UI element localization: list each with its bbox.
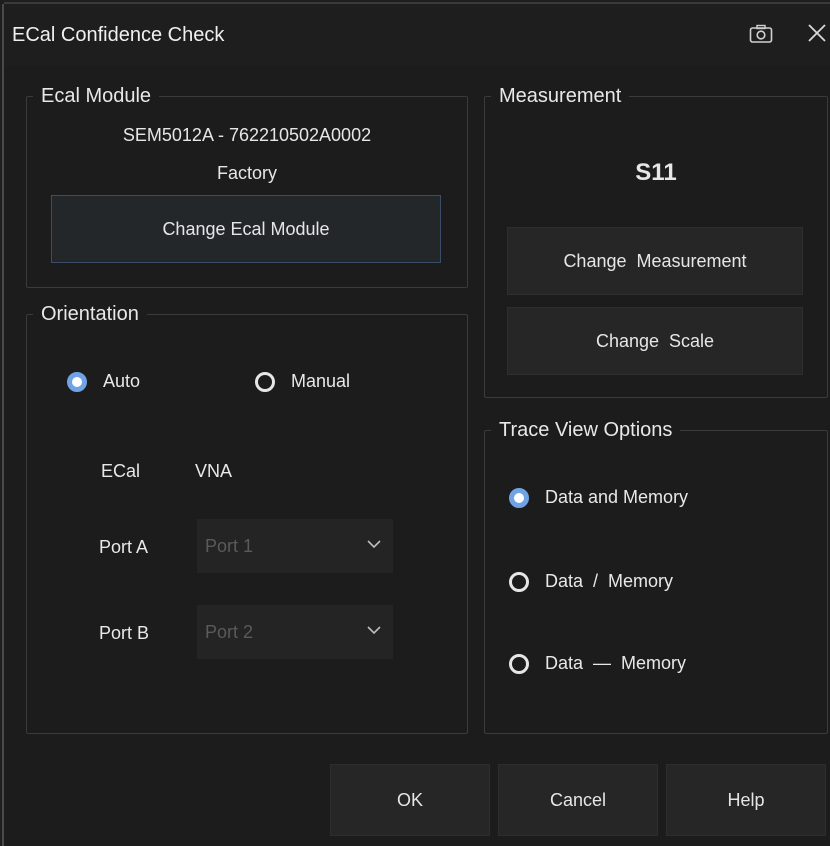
trace-data-minus-memory-radio[interactable]: Data — Memory <box>509 653 686 674</box>
help-button[interactable]: Help <box>666 764 826 836</box>
change-ecal-module-button[interactable]: Change Ecal Module <box>51 195 441 263</box>
ecal-module-legend: Ecal Module <box>33 83 160 109</box>
ok-button[interactable]: OK <box>330 764 490 836</box>
orientation-legend: Orientation <box>33 301 147 327</box>
change-scale-button[interactable]: Change Scale <box>507 307 803 375</box>
port-b-select[interactable]: Port 2 <box>197 605 393 659</box>
ecal-module-id: SEM5012A - 762210502A0002 <box>122 125 372 145</box>
trace-option-2-label: Data / Memory <box>545 571 674 591</box>
trace-view-options-group: Trace View Options Data and Memory Data … <box>484 417 828 734</box>
port-b-select-value: Port 2 <box>205 621 254 642</box>
trace-option-3-label: Data — Memory <box>545 653 687 673</box>
radio-checked-indicator <box>509 487 529 508</box>
window-title: ECal Confidence Check <box>12 24 225 46</box>
measurement-group: Measurement S11 Change Measurement Chang… <box>484 83 828 398</box>
orientation-manual-radio[interactable]: Manual <box>255 371 350 392</box>
ecal-module-group: Ecal Module SEM5012A - 762210502A0002 Fa… <box>26 83 468 288</box>
cancel-button[interactable]: Cancel <box>498 764 658 836</box>
port-a-select[interactable]: Port 1 <box>197 519 393 573</box>
port-b-label: Port B <box>99 623 150 643</box>
orientation-auto-radio[interactable]: Auto <box>67 371 140 392</box>
trace-option-1-label: Data and Memory <box>545 487 689 507</box>
radio-unchecked-indicator <box>509 653 529 674</box>
ecal-confidence-check-dialog: ECal Confidence Check Ecal Module SEM501… <box>4 4 830 846</box>
vna-column-header: VNA <box>195 461 233 481</box>
close-icon[interactable] <box>804 20 830 46</box>
measurement-value: S11 <box>635 159 677 186</box>
radio-unchecked-indicator <box>509 571 529 592</box>
trace-view-options-legend: Trace View Options <box>491 417 681 443</box>
trace-data-and-memory-radio[interactable]: Data and Memory <box>509 487 688 508</box>
radio-checked-indicator <box>67 371 87 392</box>
title-bar: ECal Confidence Check <box>4 4 830 66</box>
change-measurement-button[interactable]: Change Measurement <box>507 227 803 295</box>
camera-icon[interactable] <box>749 24 773 44</box>
measurement-legend: Measurement <box>491 83 630 109</box>
port-a-select-value: Port 1 <box>205 535 254 556</box>
ecal-characterization: Factory <box>216 163 277 183</box>
chevron-down-icon <box>367 540 381 549</box>
orientation-group: Orientation Auto Manual ECal VNA Port A … <box>26 301 468 734</box>
trace-data-divide-memory-radio[interactable]: Data / Memory <box>509 571 673 592</box>
chevron-down-icon <box>367 626 381 635</box>
radio-unchecked-indicator <box>255 371 275 392</box>
orientation-manual-label: Manual <box>291 371 351 391</box>
orientation-auto-label: Auto <box>103 371 141 391</box>
port-a-label: Port A <box>99 537 149 557</box>
ecal-column-header: ECal <box>101 461 141 481</box>
